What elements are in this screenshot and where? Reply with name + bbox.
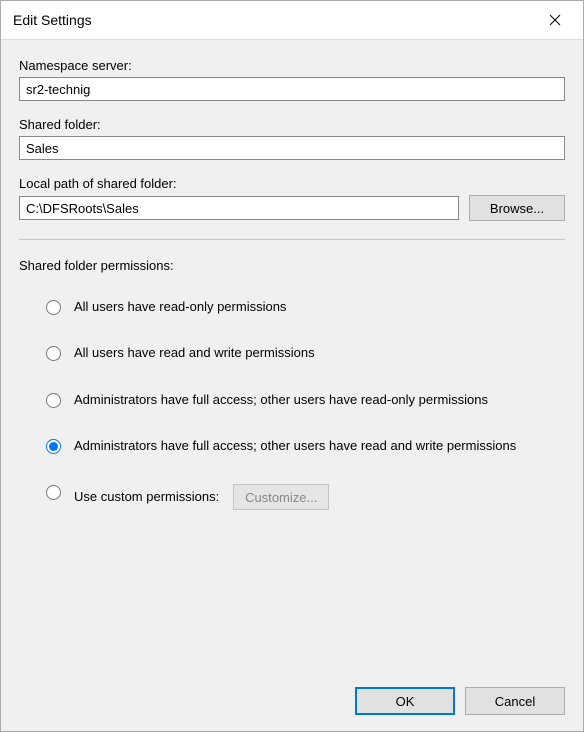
edit-settings-dialog: Edit Settings Namespace server: Shared f… bbox=[0, 0, 584, 732]
perm-label[interactable]: Use custom permissions: bbox=[74, 489, 219, 505]
namespace-label: Namespace server: bbox=[19, 58, 565, 73]
titlebar: Edit Settings bbox=[1, 1, 583, 39]
shared-folder-input[interactable] bbox=[19, 136, 565, 160]
dialog-body: Namespace server: Shared folder: Local p… bbox=[1, 39, 583, 731]
separator bbox=[19, 239, 565, 240]
customize-button[interactable]: Customize... bbox=[233, 484, 329, 510]
perm-option-read-only[interactable]: All users have read-only permissions bbox=[41, 299, 565, 315]
dialog-footer: OK Cancel bbox=[19, 673, 565, 715]
close-icon bbox=[549, 14, 561, 26]
perm-radio-admin-readwrite[interactable] bbox=[46, 439, 61, 454]
ok-button[interactable]: OK bbox=[355, 687, 455, 715]
perm-label: Administrators have full access; other u… bbox=[74, 438, 565, 454]
namespace-input[interactable] bbox=[19, 77, 565, 101]
perm-radio-admin-readonly[interactable] bbox=[46, 393, 61, 408]
perm-radio-read-only[interactable] bbox=[46, 300, 61, 315]
local-path-label: Local path of shared folder: bbox=[19, 176, 565, 191]
perm-label: All users have read-only permissions bbox=[74, 299, 565, 315]
perm-option-admin-readwrite[interactable]: Administrators have full access; other u… bbox=[41, 438, 565, 454]
permissions-radio-group: All users have read-only permissions All… bbox=[41, 285, 565, 524]
local-path-input[interactable] bbox=[19, 196, 459, 220]
perm-radio-read-write[interactable] bbox=[46, 346, 61, 361]
perm-label: All users have read and write permission… bbox=[74, 345, 565, 361]
permissions-section-label: Shared folder permissions: bbox=[19, 258, 565, 273]
perm-option-read-write[interactable]: All users have read and write permission… bbox=[41, 345, 565, 361]
perm-option-custom: Use custom permissions: Customize... bbox=[41, 484, 565, 510]
perm-label: Administrators have full access; other u… bbox=[74, 392, 565, 408]
browse-button[interactable]: Browse... bbox=[469, 195, 565, 221]
perm-radio-custom[interactable] bbox=[46, 485, 61, 500]
shared-folder-label: Shared folder: bbox=[19, 117, 565, 132]
close-button[interactable] bbox=[535, 5, 575, 35]
cancel-button[interactable]: Cancel bbox=[465, 687, 565, 715]
perm-option-admin-readonly[interactable]: Administrators have full access; other u… bbox=[41, 392, 565, 408]
window-title: Edit Settings bbox=[13, 12, 535, 28]
